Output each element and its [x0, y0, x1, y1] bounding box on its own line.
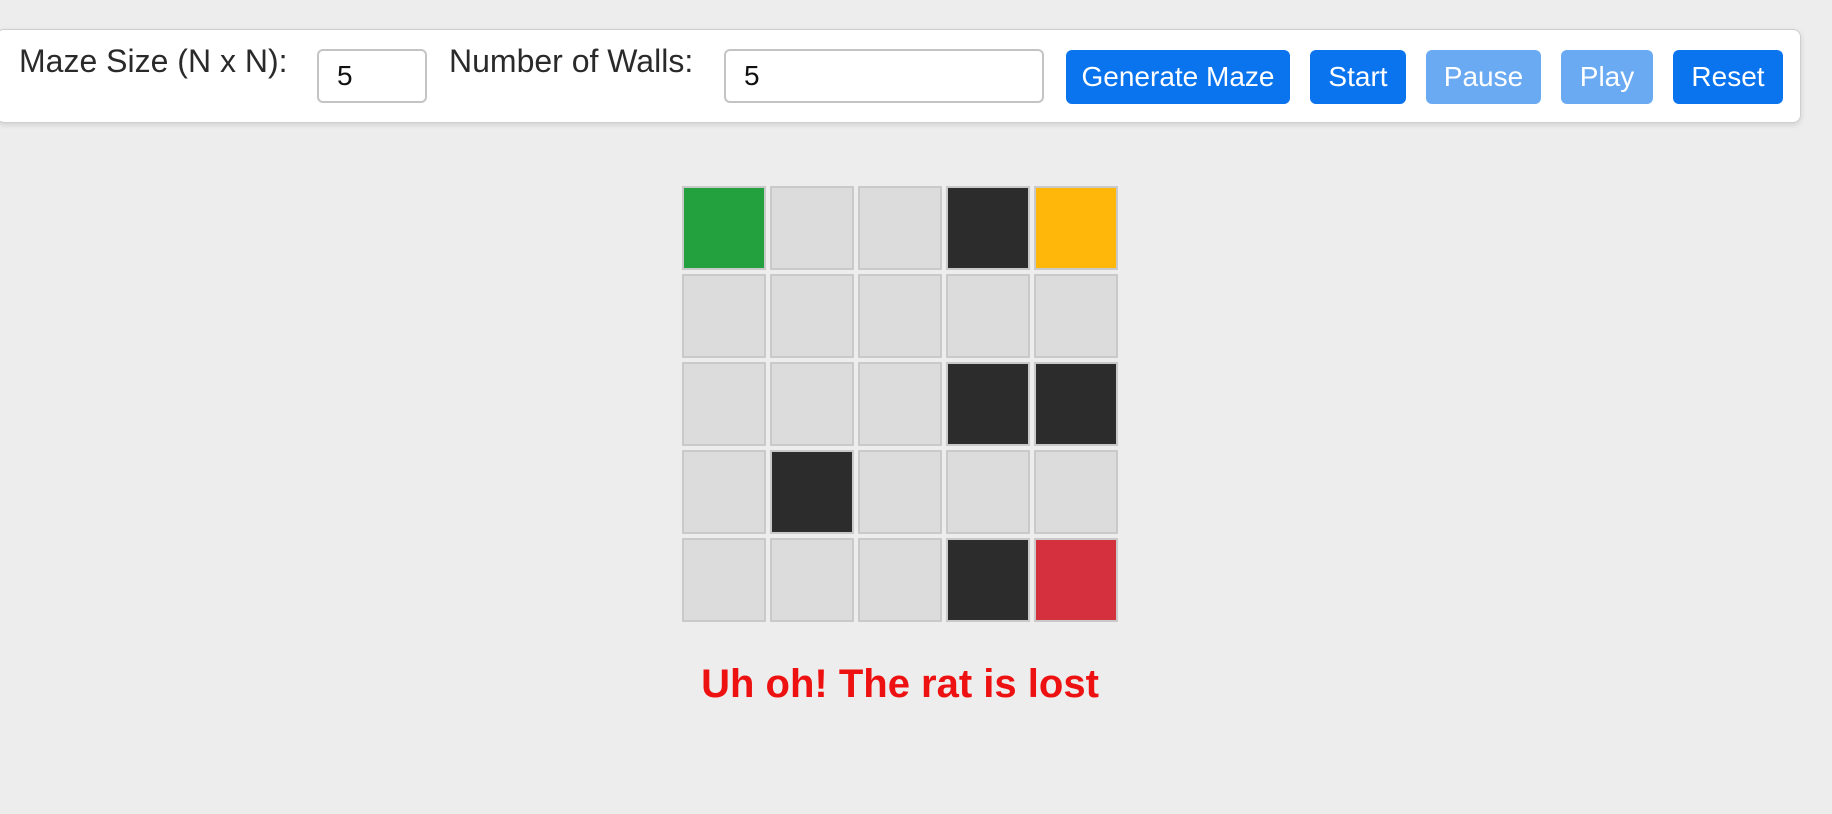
walls-label: Number of Walls: — [449, 43, 694, 79]
play-button[interactable]: Play — [1561, 50, 1653, 104]
maze-cell-wall — [770, 450, 854, 534]
maze-cell-open — [1034, 450, 1118, 534]
maze-cell-wall — [946, 538, 1030, 622]
maze-cell-rat — [1034, 538, 1118, 622]
generate-maze-button[interactable]: Generate Maze — [1066, 50, 1290, 104]
control-panel: Maze Size (N x N): 5 Number of Walls: 5 … — [0, 29, 1801, 123]
maze-cell-start — [682, 186, 766, 270]
maze-cell-open — [858, 538, 942, 622]
maze-cell-open — [858, 450, 942, 534]
maze-cell-open — [858, 362, 942, 446]
maze-cell-open — [946, 450, 1030, 534]
reset-button[interactable]: Reset — [1673, 50, 1783, 104]
start-button[interactable]: Start — [1310, 50, 1406, 104]
maze-cell-open — [770, 538, 854, 622]
maze-cell-open — [682, 274, 766, 358]
maze-cell-open — [946, 274, 1030, 358]
maze-cell-wall — [946, 186, 1030, 270]
maze-cell-open — [770, 362, 854, 446]
maze-cell-open — [1034, 274, 1118, 358]
maze-cell-goal — [1034, 186, 1118, 270]
maze-cell-wall — [1034, 362, 1118, 446]
maze-cell-open — [682, 450, 766, 534]
status-message: Uh oh! The rat is lost — [701, 662, 1099, 706]
maze-grid — [682, 186, 1119, 623]
maze-cell-open — [770, 274, 854, 358]
pause-button[interactable]: Pause — [1426, 50, 1541, 104]
maze-size-input[interactable]: 5 — [317, 49, 427, 103]
maze-cell-open — [770, 186, 854, 270]
maze-cell-open — [682, 538, 766, 622]
maze-cell-open — [858, 186, 942, 270]
maze-cell-open — [682, 362, 766, 446]
maze-cell-open — [858, 274, 942, 358]
maze-cell-wall — [946, 362, 1030, 446]
maze-size-label: Maze Size (N x N): — [19, 43, 288, 79]
walls-input[interactable]: 5 — [724, 49, 1044, 103]
